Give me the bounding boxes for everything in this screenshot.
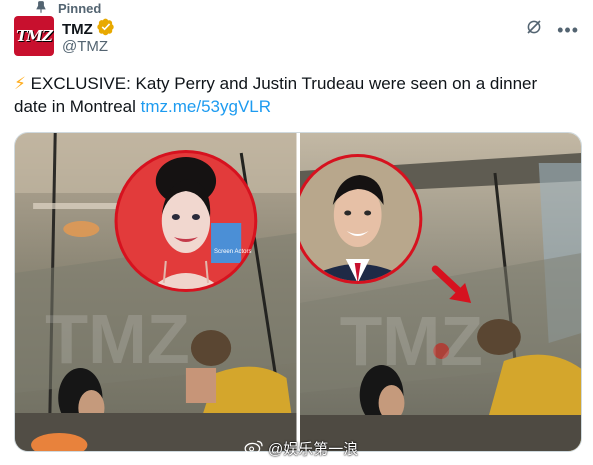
author-avatar[interactable]: TMZ	[14, 16, 54, 56]
author-handle[interactable]: @TMZ	[62, 38, 108, 55]
circle-caption: Screen Actors	[214, 249, 251, 255]
tweet-top-actions: •••	[525, 18, 579, 41]
grok-icon[interactable]	[525, 18, 543, 41]
pinned-label-row: Pinned	[34, 0, 101, 16]
tweet-body: EXCLUSIVE: Katy Perry and Justin Trudeau…	[14, 74, 538, 116]
photo-left-watermark: TMZ	[45, 299, 190, 378]
pin-icon	[34, 0, 48, 17]
tweet-text: ⚡ EXCLUSIVE: Katy Perry and Justin Trude…	[14, 72, 574, 118]
watermark-text: @娱乐第一浪	[268, 441, 359, 458]
media-grid: TMZ Screen Actors TMZ	[14, 132, 582, 452]
tweet-link[interactable]: tmz.me/53ygVLR	[141, 97, 271, 116]
author-name[interactable]: TMZ	[62, 21, 93, 38]
image-source-watermark: @娱乐第一浪	[244, 438, 358, 459]
lightning-emoji: ⚡	[14, 74, 26, 93]
photo-left[interactable]: TMZ Screen Actors	[15, 133, 297, 451]
photo-right-watermark: TMZ	[339, 302, 482, 380]
avatar-logo-text: TMZ	[16, 27, 53, 45]
more-icon[interactable]: •••	[557, 21, 579, 39]
weibo-icon	[244, 439, 264, 459]
photo-right[interactable]: TMZ	[299, 133, 581, 451]
pinned-label: Pinned	[58, 0, 102, 16]
